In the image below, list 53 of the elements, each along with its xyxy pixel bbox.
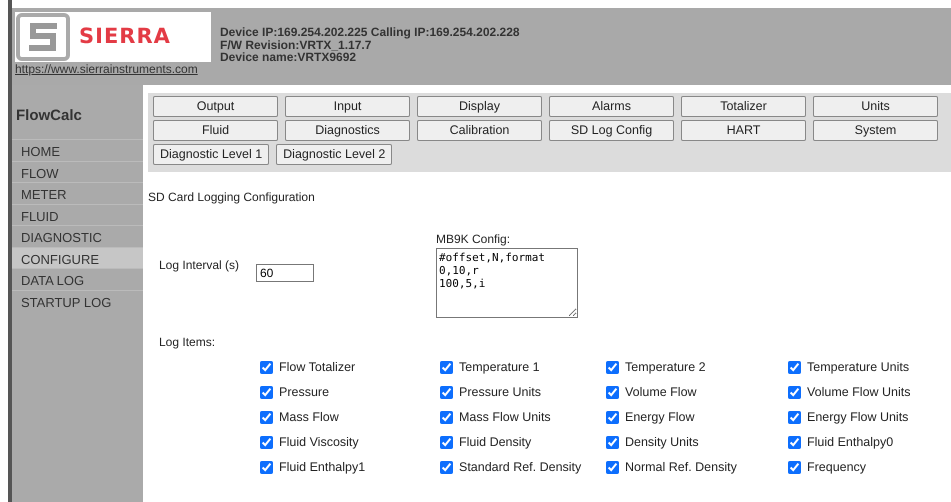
menu-button[interactable]: Display [417, 96, 542, 117]
checkbox-label: Fluid Enthalpy1 [279, 461, 366, 474]
device-info-text: F/W Revision:VRTX_1.17.7 [220, 38, 372, 51]
website-link[interactable]: https://www.sierrainstruments.com [15, 62, 220, 76]
sidebar-item[interactable]: CONFIGURE [12, 246, 143, 268]
menu-button[interactable]: Diagnostic Level 1 [153, 144, 270, 165]
checkbox-label: Fluid Density [459, 436, 532, 449]
checkbox-label: Volume Flow Units [807, 386, 911, 399]
page-title: SD Card Logging Configuration [148, 189, 316, 206]
sidebar-item[interactable]: METER [12, 182, 143, 204]
checkbox-label: Temperature 2 [625, 361, 706, 374]
checkbox-label: Standard Ref. Density [459, 461, 582, 474]
checkbox-label: Flow Totalizer [279, 361, 356, 374]
device-info-text: Device name:VRTX9692 [220, 51, 356, 64]
brand-name: SIERRA [79, 23, 171, 50]
log-interval-label: Log Interval (s) [159, 259, 240, 274]
checkbox-label: Mass Flow [279, 411, 339, 424]
sidebar-item[interactable]: DATA LOG [12, 268, 143, 290]
menu-button[interactable]: Fluid [153, 120, 278, 141]
checkbox-label: Pressure Units [459, 386, 541, 399]
checkbox-label: Temperature 1 [459, 361, 540, 374]
checkbox-label: Energy Flow [625, 411, 694, 424]
checkbox-label: Frequency [807, 461, 866, 474]
menu-button[interactable]: SD Log Config [549, 120, 674, 141]
sidebar-item[interactable]: FLUID [12, 204, 143, 225]
menu-button[interactable]: Units [813, 96, 938, 117]
menu-button[interactable]: Calibration [417, 120, 542, 141]
sidebar-item[interactable]: HOME [12, 139, 143, 160]
menu-button[interactable]: Diagnostics [285, 120, 410, 141]
checkbox-label: Pressure [279, 386, 330, 399]
config-label: MB9K Config: [436, 231, 512, 248]
config-textarea[interactable]: #offset,N,format 0,10,r 100,5,i [436, 248, 578, 318]
menu-button[interactable]: Alarms [549, 96, 674, 117]
menu-button[interactable]: Input [285, 96, 410, 117]
sidebar-item[interactable]: FLOW [12, 160, 143, 182]
menu-button[interactable]: Output [153, 96, 278, 117]
checkbox-label: Fluid Viscosity [279, 436, 359, 449]
checkbox-label: Volume Flow [625, 386, 697, 399]
device-info-text: Device IP:169.254.202.225 Calling IP:169.254.202.228 [220, 26, 520, 38]
menu-button[interactable]: Diagnostic Level 2 [276, 144, 392, 165]
app-title: FlowCalc [15, 106, 83, 126]
sidebar-item[interactable]: STARTUP LOG [12, 290, 143, 311]
checkbox-label: Density Units [625, 436, 699, 449]
menu-button[interactable]: HART [681, 120, 806, 141]
checkbox-label: Fluid Enthalpy0 [807, 436, 894, 449]
log-interval-field[interactable]: 60 [256, 264, 314, 282]
menu-button[interactable]: Totalizer [681, 96, 806, 117]
log-items-label: Log Items: [159, 334, 216, 351]
checkbox-label: Energy Flow Units [807, 411, 908, 424]
checkbox-label: Mass Flow Units [459, 411, 551, 424]
menu-button[interactable]: System [813, 120, 938, 141]
checkbox-label: Temperature Units [807, 361, 910, 374]
checkbox-label: Normal Ref. Density [625, 461, 737, 474]
